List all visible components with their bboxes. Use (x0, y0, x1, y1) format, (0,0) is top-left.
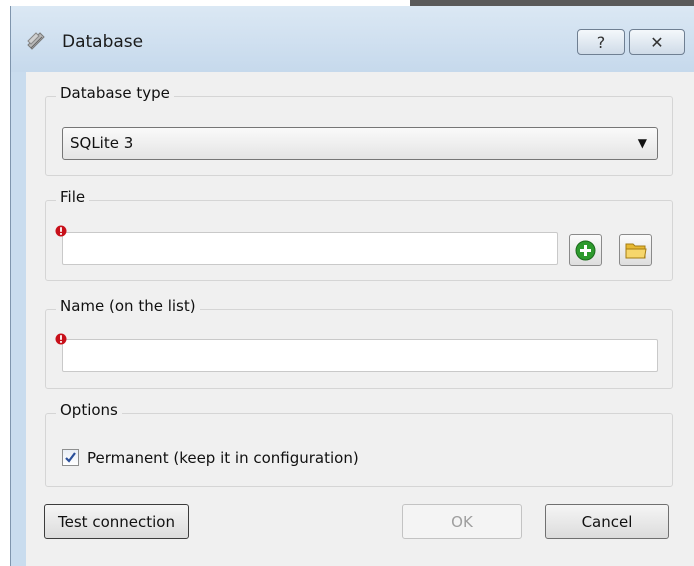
title-bar[interactable]: Database ? ✕ (11, 6, 694, 72)
options-group: Options Permanent (keep it in configurat… (45, 401, 673, 487)
close-icon: ✕ (650, 32, 664, 52)
cancel-button[interactable]: Cancel (545, 504, 669, 539)
database-type-value: SQLite 3 (70, 134, 134, 152)
dropdown-arrow-icon: ▼ (637, 136, 647, 150)
create-file-button[interactable] (569, 234, 602, 266)
name-group: Name (on the list) (45, 297, 673, 389)
permanent-label[interactable]: Permanent (keep it in configuration) (87, 449, 359, 467)
database-type-select[interactable]: SQLite 3 ▼ (62, 127, 658, 160)
dialog-title: Database (62, 32, 144, 52)
file-label: File (56, 188, 90, 206)
file-group: File (45, 188, 673, 281)
name-label: Name (on the list) (56, 297, 200, 315)
permanent-checkbox[interactable] (62, 449, 79, 466)
error-icon (55, 333, 67, 345)
help-button[interactable]: ? (577, 29, 625, 55)
database-app-icon (27, 32, 45, 50)
error-icon (55, 225, 67, 237)
browse-file-button[interactable] (619, 234, 652, 266)
file-input[interactable] (62, 232, 558, 265)
folder-icon (625, 243, 647, 259)
options-label: Options (56, 401, 122, 419)
checkmark-icon (65, 452, 76, 463)
database-type-label: Database type (56, 84, 174, 102)
database-dialog: Database ? ✕ Database type SQLite 3 ▼ Fi… (10, 6, 694, 566)
test-connection-button[interactable]: Test connection (44, 504, 189, 539)
close-button[interactable]: ✕ (629, 29, 685, 55)
dialog-body: Database type SQLite 3 ▼ File Name (on t… (26, 72, 694, 566)
question-icon: ? (596, 32, 606, 52)
name-input[interactable] (62, 339, 658, 372)
database-type-group: Database type SQLite 3 ▼ (45, 84, 673, 176)
add-icon (575, 240, 596, 261)
ok-button[interactable]: OK (402, 504, 522, 539)
